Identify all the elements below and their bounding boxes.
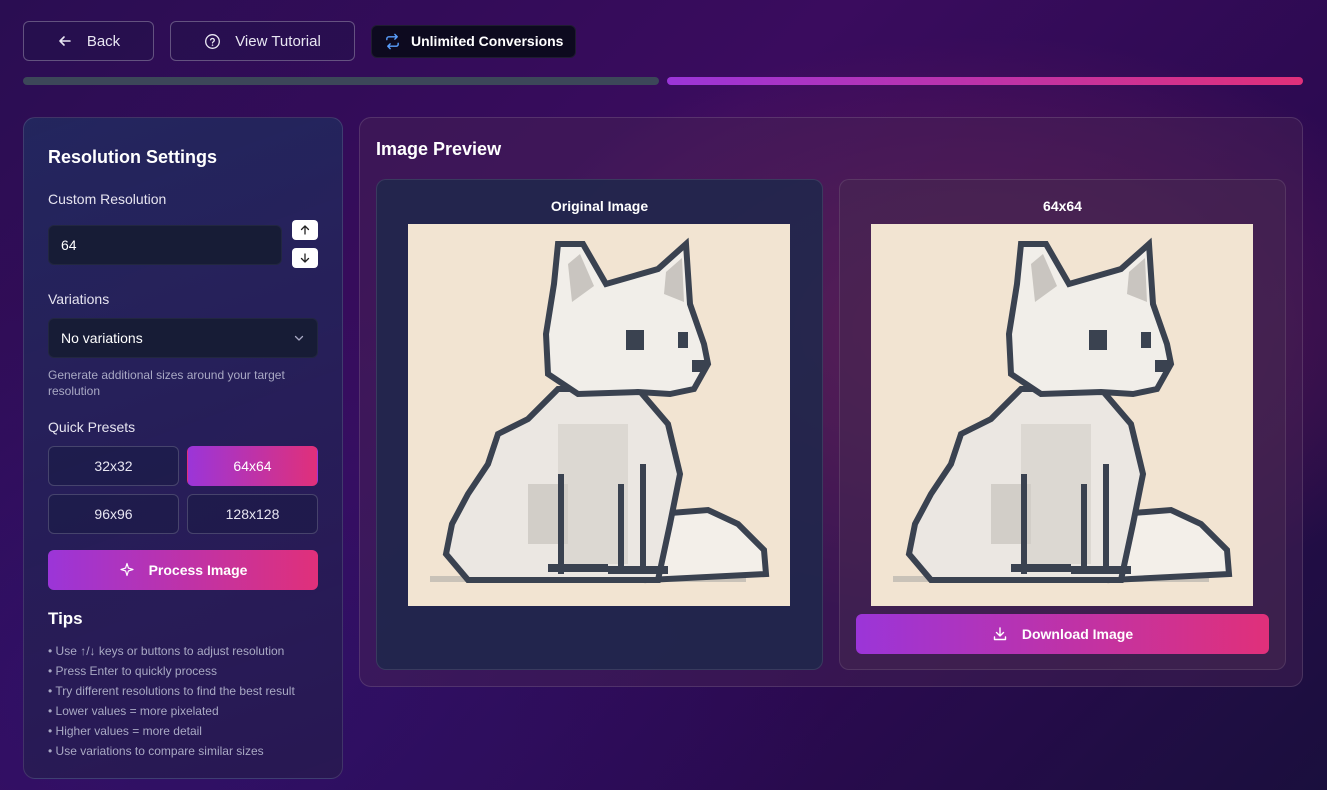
fox-pixel-art-image [430, 237, 770, 584]
back-button[interactable]: Back [23, 21, 154, 61]
variations-select[interactable]: No variations [48, 318, 318, 358]
download-image-label: Download Image [1021, 626, 1134, 642]
original-image [408, 224, 790, 606]
unlimited-conversions-label: Unlimited Conversions [411, 33, 564, 49]
result-image [871, 224, 1253, 606]
image-preview-title: Image Preview [376, 139, 502, 159]
variations-hint: Generate additional sizes around your ta… [48, 368, 285, 398]
fox-pixel-art-image [893, 237, 1233, 584]
arrow-down-icon [300, 253, 310, 263]
quick-presets-label: Quick Presets [48, 419, 136, 435]
arrow-up-icon [300, 225, 310, 235]
variations-label: Variations [48, 291, 110, 307]
resolution-settings-panel: Resolution Settings Custom Resolution 64… [23, 117, 343, 779]
arrow-left-icon [59, 36, 71, 46]
back-label: Back [86, 32, 121, 50]
decrement-button[interactable] [292, 248, 318, 268]
help-circle-icon [205, 33, 221, 49]
original-image-card: Original Image [376, 179, 823, 670]
custom-resolution-input[interactable]: 64 [48, 225, 282, 265]
chevron-down-icon [294, 335, 304, 341]
variations-selected-value: No variations [61, 330, 143, 346]
tips-list: Use ↑/↓ keys or buttons to adjust resolu… [48, 641, 295, 761]
preset-96x96-button[interactable]: 96x96 [48, 494, 179, 534]
sparkle-icon [119, 562, 134, 577]
tip-item: Press Enter to quickly process [48, 661, 295, 681]
unlimited-conversions-badge: Unlimited Conversions [371, 24, 577, 58]
resolution-settings-title: Resolution Settings [48, 147, 218, 167]
original-image-title: Original Image [550, 198, 649, 214]
view-tutorial-button[interactable]: View Tutorial [170, 21, 355, 61]
download-icon [993, 627, 1007, 641]
tips-title: Tips [48, 609, 83, 628]
preset-64x64-button[interactable]: 64x64 [187, 446, 318, 486]
progress-step-1 [23, 77, 659, 85]
process-image-label: Process Image [148, 562, 248, 578]
repeat-icon [386, 33, 399, 49]
download-image-button[interactable]: Download Image [856, 614, 1269, 654]
step-progress [23, 77, 1303, 85]
view-tutorial-label: View Tutorial [235, 32, 321, 50]
tip-item: Higher values = more detail [48, 721, 295, 741]
tip-item: Use variations to compare similar sizes [48, 741, 295, 761]
increment-button[interactable] [292, 220, 318, 240]
custom-resolution-label: Custom Resolution [48, 191, 167, 207]
progress-step-2 [667, 77, 1303, 85]
tip-item: Use ↑/↓ keys or buttons to adjust resolu… [48, 641, 295, 661]
tip-item: Lower values = more pixelated [48, 701, 295, 721]
process-image-button[interactable]: Process Image [48, 550, 318, 590]
result-image-card: 64x64 Download Image [839, 179, 1286, 670]
preset-32x32-button[interactable]: 32x32 [48, 446, 179, 486]
top-toolbar: Back View Tutorial Unlimited Conversions [23, 21, 577, 61]
preset-128x128-button[interactable]: 128x128 [187, 494, 318, 534]
image-preview-panel: Image Preview Original Image 64x64 Downl… [359, 117, 1303, 687]
result-image-title: 64x64 [1043, 198, 1082, 214]
tip-item: Try different resolutions to find the be… [48, 681, 294, 701]
